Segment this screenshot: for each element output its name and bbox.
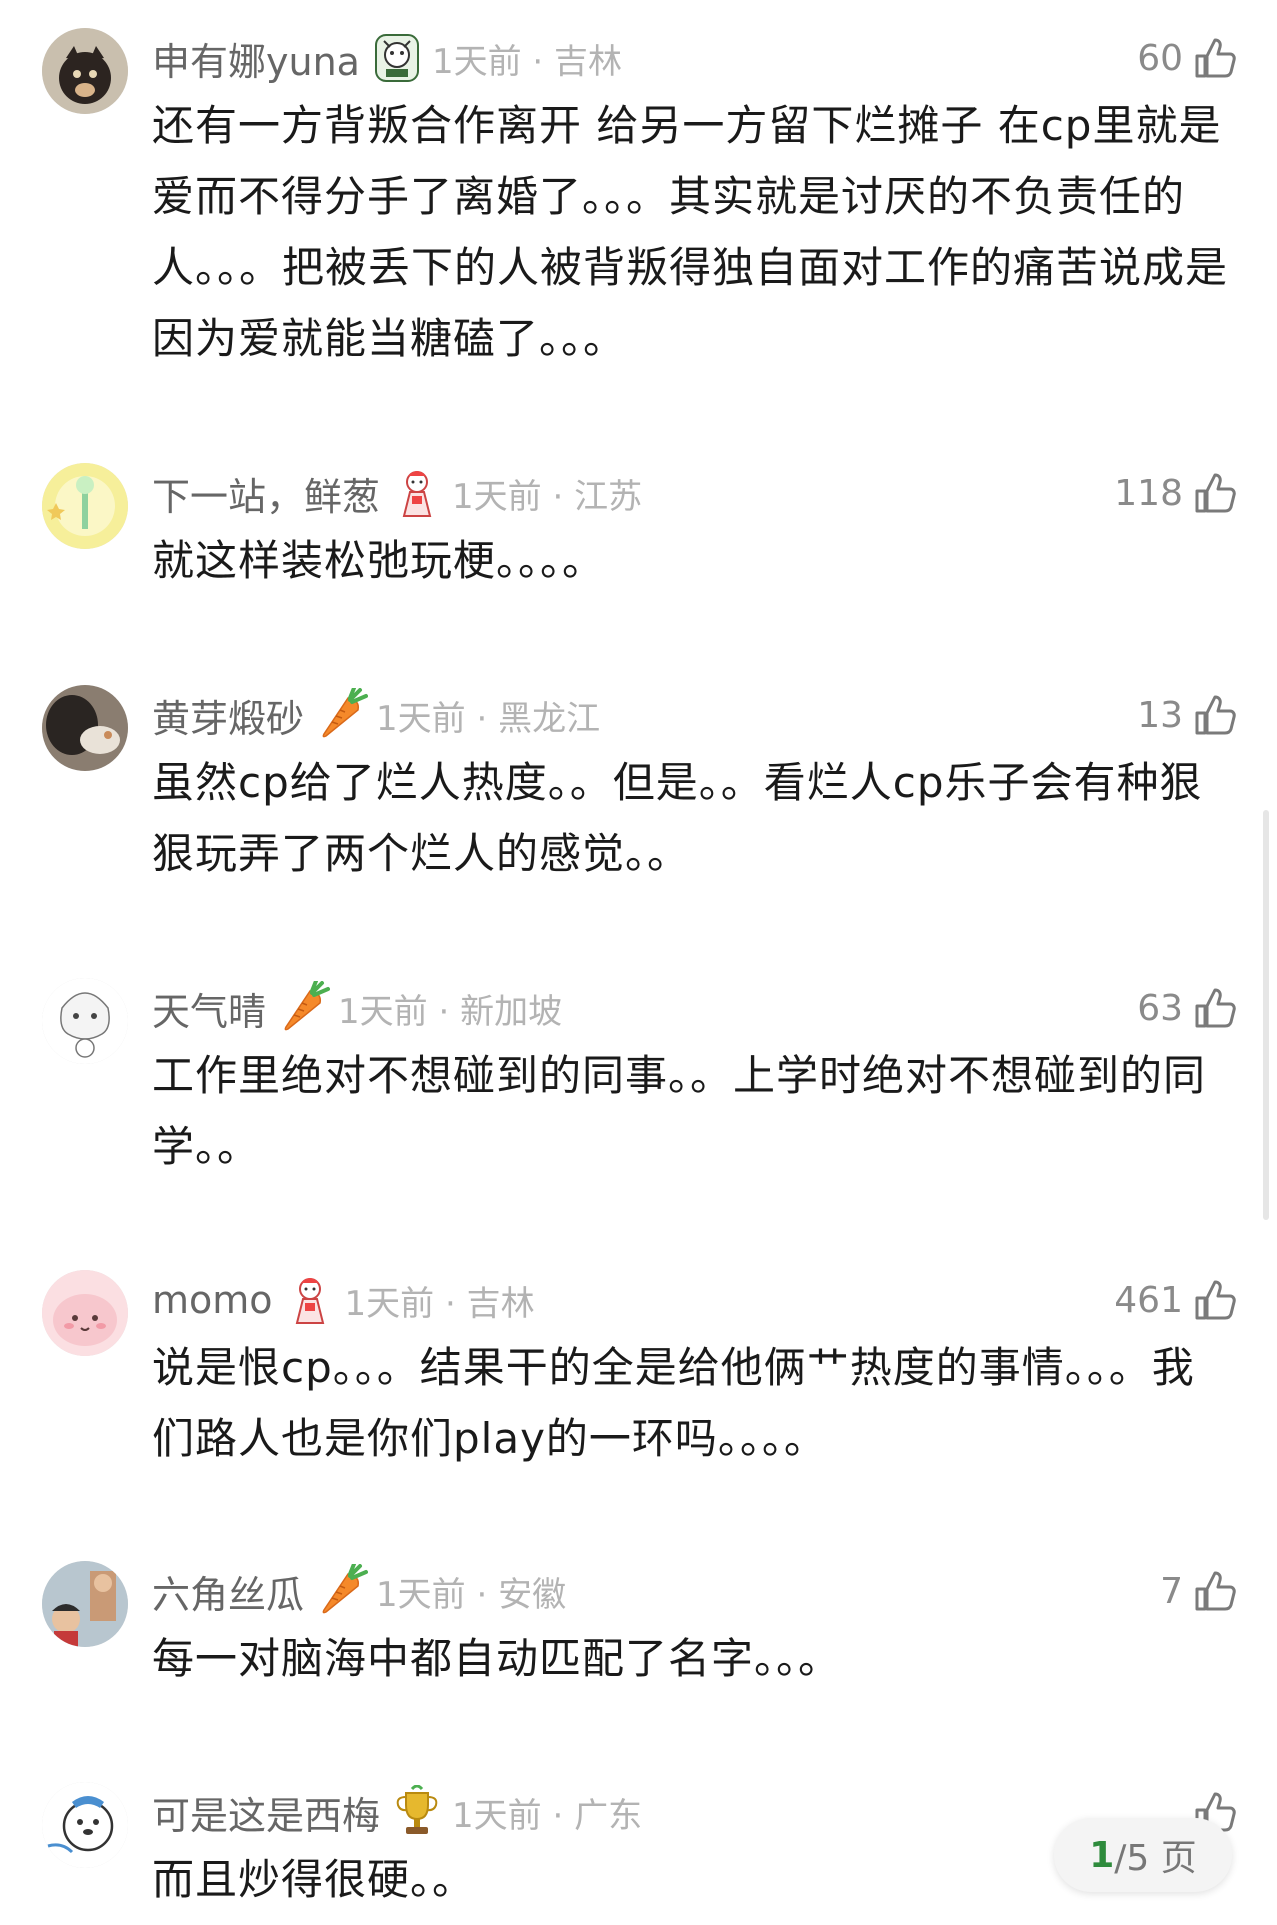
thumbs-up-icon <box>1195 38 1236 78</box>
doll-badge-icon <box>283 1273 337 1327</box>
time-location: 1天前 · 广东 <box>452 1795 643 1836</box>
comment-text: 工作里绝对不想碰到的同事。。上学时绝对不想碰到的同学。。 <box>152 1051 1207 1171</box>
like-button[interactable]: 7 <box>1160 1563 1239 1619</box>
username[interactable]: 黄芽煅砂 <box>152 688 304 743</box>
comment-meta: 天气晴 1天前 · 新加坡 <box>152 981 563 1036</box>
avatar[interactable] <box>42 685 128 771</box>
avatar[interactable] <box>42 463 128 549</box>
doll-badge-icon <box>390 466 444 520</box>
avatar[interactable] <box>42 978 128 1064</box>
comment-meta: momo 1天前 · 吉林 <box>152 1274 535 1326</box>
like-button[interactable]: 13 <box>1137 687 1239 743</box>
comment-text: 就这样装松弛玩梗。。。。 <box>152 536 606 585</box>
avatar[interactable] <box>42 1270 128 1356</box>
like-button[interactable]: 461 <box>1114 1272 1239 1328</box>
time-location: 1天前 · 江苏 <box>452 476 643 517</box>
time-location: 1天前 · 黑龙江 <box>376 698 601 739</box>
comment-text: 每一对脑海中都自动匹配了名字。。。 <box>152 1634 842 1683</box>
time-location: 1天前 · 吉林 <box>344 1283 535 1324</box>
page-indicator[interactable]: 1/5 页 <box>1054 1818 1232 1892</box>
username[interactable]: 申有娜yuna <box>152 31 360 86</box>
like-button[interactable]: 63 <box>1137 980 1239 1036</box>
comment-meta: 可是这是西梅 1天前 · 广东 <box>152 1785 643 1840</box>
avatar[interactable] <box>42 1782 128 1868</box>
like-button[interactable]: 118 <box>1114 465 1239 521</box>
comment-meta: 下一站，鲜葱 1天前 · 江苏 <box>152 467 642 519</box>
like-count: 63 <box>1137 987 1183 1029</box>
comment-meta: 申有娜yuna 1天前 · 吉林 <box>152 32 622 84</box>
comment-text: 说是恨cp。。。结果干的全是给他俩艹热度的事情。。。我们路人也是你们play的一… <box>152 1343 1195 1463</box>
carrot-badge-icon <box>276 981 331 1035</box>
comment-meta: 黄芽煅砂 1天前 · 黑龙江 <box>152 688 601 743</box>
thumbs-up-icon <box>1195 473 1236 513</box>
total-pages: /5 页 <box>1114 1838 1197 1879</box>
username[interactable]: 可是这是西梅 <box>152 1785 380 1840</box>
username[interactable]: 六角丝瓜 <box>152 1564 304 1619</box>
scrollbar[interactable] <box>1263 810 1269 1220</box>
time-location: 1天前 · 安徽 <box>376 1574 567 1615</box>
avatar[interactable] <box>42 1561 128 1647</box>
time-location: 1天前 · 新加坡 <box>338 991 563 1032</box>
like-button[interactable]: 60 <box>1137 30 1239 86</box>
thumbs-up-icon <box>1195 988 1236 1028</box>
carrot-badge-icon <box>314 1564 369 1618</box>
comment-text: 虽然cp给了烂人热度。。但是。。看烂人cp乐子会有种狠狠玩弄了两个烂人的感觉。。 <box>152 758 1203 878</box>
thumbs-up-icon <box>1195 1280 1236 1320</box>
carrot-badge-icon <box>314 688 369 742</box>
trophy-badge-icon <box>390 1785 444 1839</box>
like-count: 13 <box>1137 694 1183 736</box>
comment-text: 还有一方背叛合作离开 给另一方留下烂摊子 在cp里就是爱而不得分手了离婚了。。。… <box>152 101 1229 363</box>
cat-badge-icon <box>370 31 424 85</box>
like-count: 461 <box>1114 1279 1183 1321</box>
username[interactable]: 下一站，鲜葱 <box>152 466 380 521</box>
comment-meta: 六角丝瓜 1天前 · 安徽 <box>152 1564 567 1619</box>
username[interactable]: momo <box>152 1278 273 1322</box>
like-count: 60 <box>1137 37 1183 79</box>
like-count: 7 <box>1160 1570 1183 1612</box>
like-count: 118 <box>1114 472 1183 514</box>
thumbs-up-icon <box>1195 695 1236 735</box>
time-location: 1天前 · 吉林 <box>431 41 623 82</box>
avatar[interactable] <box>42 28 128 114</box>
current-page: 1 <box>1089 1834 1115 1876</box>
thumbs-up-icon <box>1195 1571 1236 1611</box>
username[interactable]: 天气晴 <box>152 981 266 1036</box>
